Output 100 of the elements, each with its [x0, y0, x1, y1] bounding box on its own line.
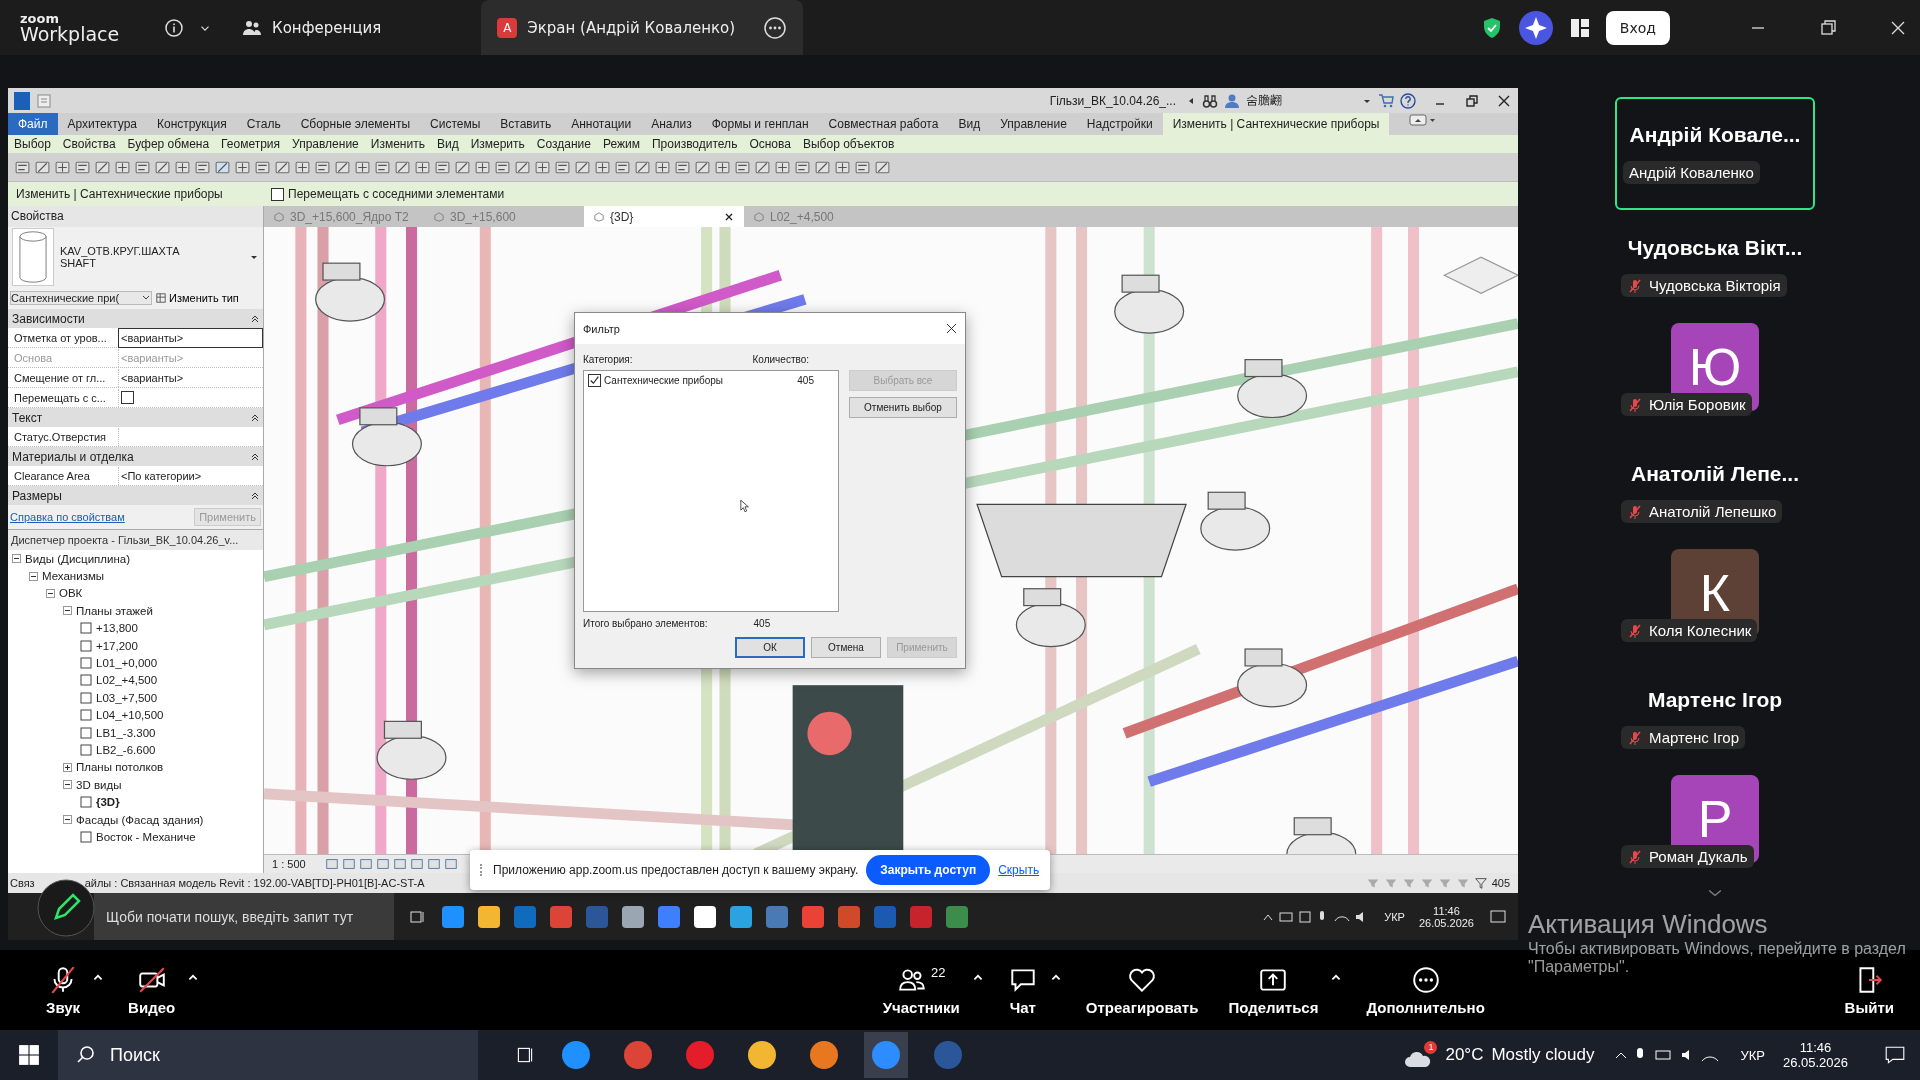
language-indicator[interactable]: УКР — [1740, 1047, 1765, 1063]
tree-item[interactable]: L02_+4,500 — [96, 674, 158, 687]
view-control-icon[interactable] — [444, 857, 458, 871]
ribbon-panel-label[interactable]: Буфер обмена — [121, 135, 216, 153]
toolbar-button[interactable]: Видео — [122, 960, 182, 1020]
property-checkbox[interactable] — [121, 391, 134, 404]
drag-handle-icon[interactable] — [480, 864, 485, 876]
property-value[interactable]: <варианты> — [118, 368, 263, 387]
ribbon-tab[interactable]: Сборные элементы — [290, 113, 420, 135]
tree-toggle[interactable] — [46, 588, 55, 598]
cancel-button[interactable]: Отмена — [811, 637, 881, 658]
tree-toggle[interactable] — [63, 780, 72, 790]
tree-item[interactable]: L01_+0,000 — [96, 657, 158, 670]
meeting-tab[interactable]: Конференция — [226, 0, 398, 55]
participant-tile[interactable]: Мартенс Ігор Мартенс Ігор — [1615, 662, 1815, 775]
cart-icon[interactable] — [1378, 92, 1394, 109]
tree-toggle[interactable] — [12, 554, 21, 564]
filter-icon[interactable] — [1473, 876, 1488, 890]
tree-item[interactable]: 3D виды — [76, 778, 122, 791]
ribbon-tab[interactable]: Архитектура — [57, 113, 148, 135]
view-control-icon[interactable] — [376, 857, 390, 871]
collapse-icon[interactable] — [251, 314, 259, 323]
ribbon-tab[interactable]: Анализ — [641, 113, 702, 135]
tree-item[interactable]: Виды (Дисциплина) — [25, 552, 130, 565]
ribbon-tab[interactable]: Файл — [8, 113, 58, 135]
view-scale[interactable]: 1 : 500 — [272, 858, 322, 870]
tree-toggle[interactable] — [63, 606, 72, 616]
app-icon[interactable] — [622, 905, 644, 928]
category-checkbox[interactable] — [588, 374, 601, 387]
ribbon-tab[interactable]: Изменить | Сантехнические приборы — [1162, 113, 1390, 135]
toolbar-button[interactable]: Звук — [40, 960, 87, 1020]
taskbar-search-field[interactable]: Щоби почати пошук, введіть запит тут — [94, 893, 394, 940]
clock-time[interactable]: 11:46 — [1433, 904, 1460, 917]
close-icon[interactable] — [946, 323, 957, 334]
collapse-icon[interactable] — [251, 452, 259, 461]
ribbon-panel-label[interactable]: Управление — [286, 135, 365, 153]
language-indicator[interactable]: УКР — [1384, 910, 1405, 923]
toolbar-button[interactable]: 22 Участники — [876, 960, 966, 1020]
clock-date[interactable]: 26.05.2026 — [1418, 916, 1474, 929]
restore-icon[interactable] — [1818, 17, 1838, 38]
view-control-icon[interactable] — [359, 857, 373, 871]
ribbon-tab[interactable]: Формы и генплан — [701, 113, 819, 135]
ribbon-tab[interactable]: Совместная работа — [818, 113, 949, 135]
view-control-icon[interactable] — [410, 857, 424, 871]
collapse-icon[interactable] — [251, 491, 259, 500]
participant-tile[interactable]: Чудовська Вікт... Чудовська Вікторія — [1615, 210, 1815, 323]
property-value[interactable]: <варианты> — [118, 327, 263, 348]
tree-toggle[interactable] — [29, 571, 38, 581]
tree-item[interactable]: LB2_-6.600 — [96, 744, 156, 756]
ribbon-tab[interactable]: Надстройки — [1076, 113, 1163, 135]
deselect-button[interactable]: Отменить выбор — [849, 397, 957, 418]
tree-item[interactable]: {3D} — [96, 796, 120, 809]
weather-widget[interactable]: 1 20°C Mostly cloudy — [1403, 1041, 1595, 1069]
view-control-icon[interactable] — [342, 857, 356, 871]
category-label[interactable]: Сантехнические приборы — [604, 375, 795, 386]
clock-date[interactable]: 26.05.2026 — [1782, 1055, 1848, 1070]
ribbon-panel-label[interactable]: Геометрия — [215, 135, 287, 153]
more-icon[interactable] — [763, 15, 788, 40]
property-group[interactable]: Размеры — [12, 488, 62, 503]
ribbon-tab[interactable]: Вставить — [490, 113, 562, 135]
move-with-nearby-checkbox[interactable]: Перемещать с соседними элементами — [271, 187, 505, 201]
clock-time[interactable]: 11:46 — [1799, 1040, 1832, 1055]
ok-button[interactable]: ОК — [735, 637, 805, 658]
properties-help-link[interactable]: Справка по свойствам — [10, 511, 125, 523]
user-icon[interactable] — [1224, 92, 1240, 109]
ribbon-tab[interactable]: Сталь — [236, 113, 291, 135]
app-icon[interactable] — [478, 905, 500, 928]
category-dropdown[interactable]: Сантехнические при( — [10, 291, 152, 305]
participant-tile[interactable]: Ю Юлія Боровик — [1615, 323, 1815, 436]
sparkle-icon[interactable] — [1517, 9, 1554, 46]
toolbar-button[interactable]: Поделиться — [1222, 960, 1325, 1020]
tree-toggle[interactable] — [63, 815, 72, 825]
restore-icon[interactable] — [1464, 92, 1480, 109]
tree-item[interactable]: Планы этажей — [76, 604, 153, 617]
ribbon-tab[interactable]: Системы — [420, 113, 491, 135]
ribbon-panel-label[interactable]: Создание — [530, 135, 597, 153]
stop-sharing-button[interactable]: Закрыть доступ — [866, 855, 991, 885]
collapse-icon[interactable] — [251, 413, 259, 422]
tree-item[interactable]: L04_+10,500 — [96, 709, 164, 722]
panel-toggle-icon[interactable] — [1409, 113, 1438, 127]
ribbon-panel-label[interactable]: Свойства — [56, 135, 122, 153]
close-icon[interactable] — [724, 211, 734, 222]
screen-share-tab[interactable]: A Экран (Андрій Коваленко) — [481, 0, 804, 55]
tree-item[interactable]: +17,200 — [96, 639, 138, 652]
app-icon[interactable] — [730, 905, 752, 928]
toolbar-button[interactable]: Дополнительно — [1360, 960, 1491, 1020]
ribbon-panel-label[interactable]: Вид — [430, 135, 465, 153]
view-tab[interactable]: {3D} — [584, 206, 744, 227]
participant-tile[interactable]: Р Роман Дукаль — [1615, 775, 1815, 888]
binoculars-icon[interactable] — [1202, 92, 1218, 109]
ribbon-panel-label[interactable]: Производитель — [645, 135, 744, 153]
info-icon[interactable] — [164, 17, 184, 38]
edit-type-button[interactable]: Изменить тип — [156, 292, 239, 304]
ribbon-tab[interactable]: Вид — [948, 113, 991, 135]
ribbon-panel-label[interactable]: Выбор — [8, 135, 57, 153]
view-control-icon[interactable] — [393, 857, 407, 871]
tree-item[interactable]: L03_+7,500 — [96, 691, 158, 704]
ribbon-tab[interactable]: Аннотации — [561, 113, 642, 135]
ribbon-panel-label[interactable]: Основа — [743, 135, 797, 153]
ribbon-panel-label[interactable]: Выбор объектов — [796, 135, 901, 153]
